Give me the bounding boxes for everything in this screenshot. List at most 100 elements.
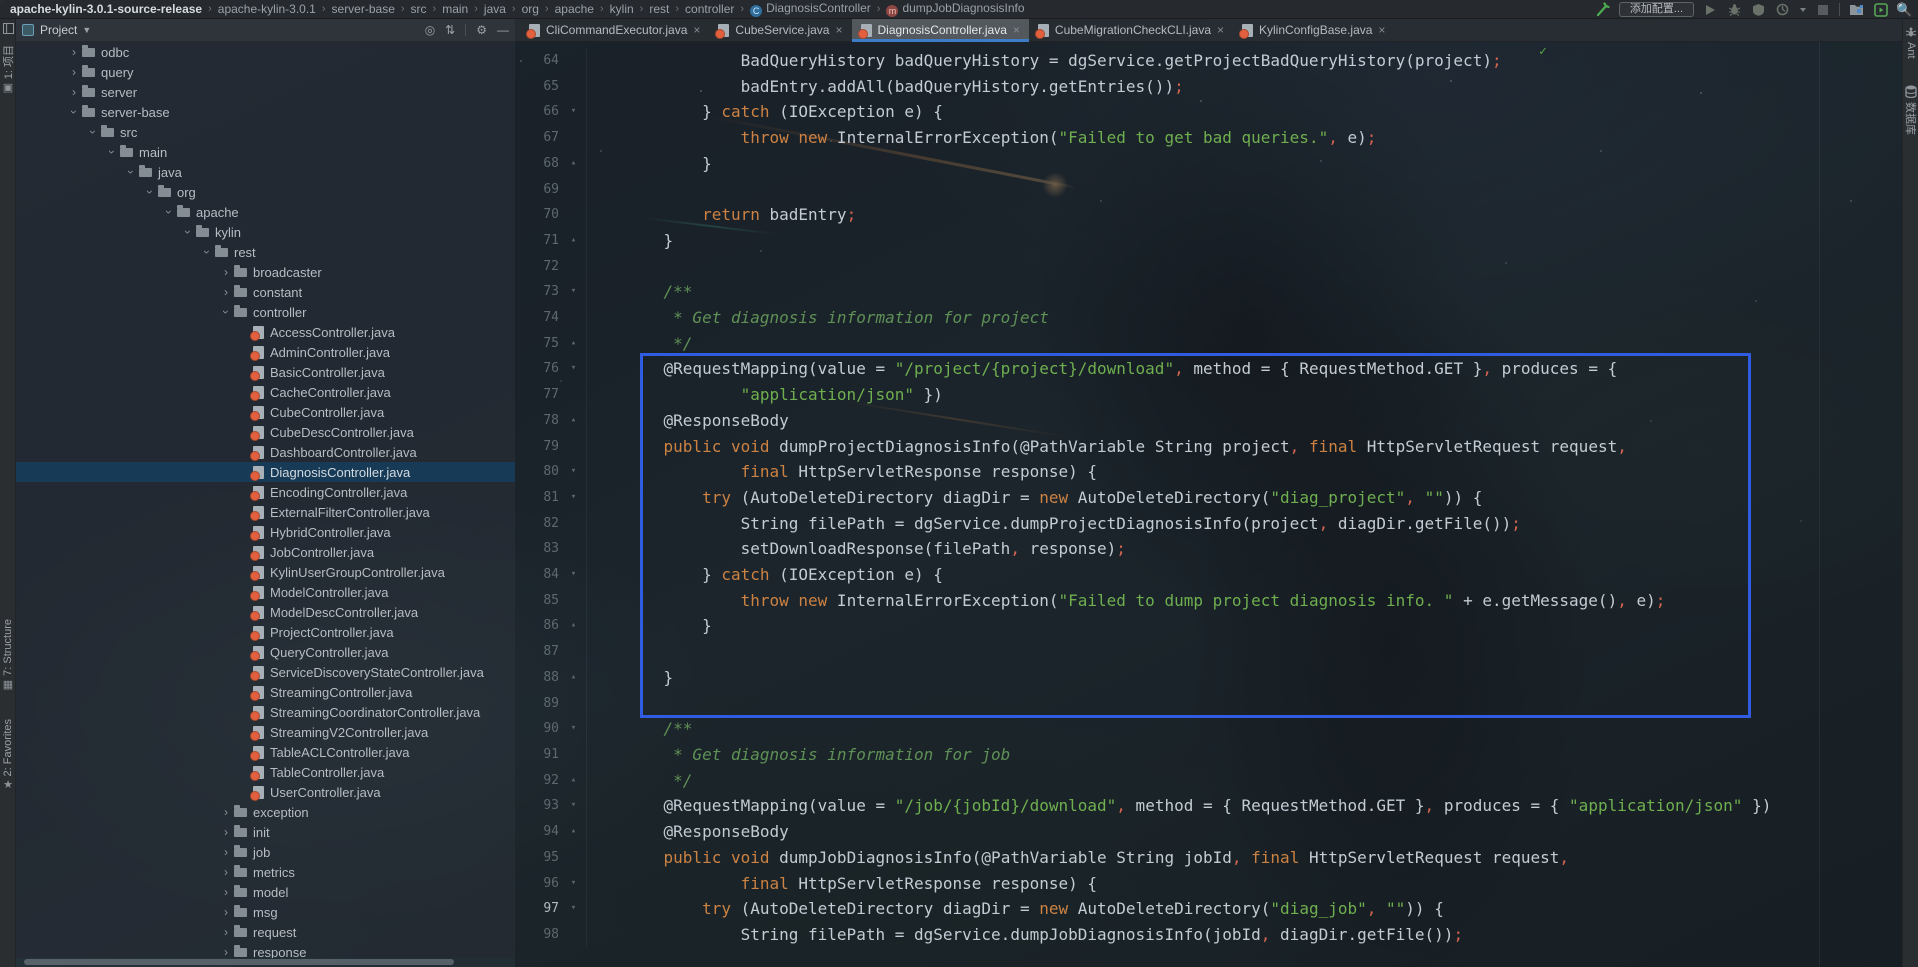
chevron-expanded-icon[interactable]: › (219, 304, 233, 320)
breadcrumb-item[interactable]: apache-kylin-3.0.1 (216, 2, 318, 16)
coverage-icon[interactable] (1751, 2, 1766, 17)
sidebar-item-ant[interactable]: Ant (1903, 26, 1918, 59)
tree-item-server[interactable]: ›server (16, 82, 515, 102)
tree-item-exception[interactable]: ›exception (16, 802, 515, 822)
tree-item-init[interactable]: ›init (16, 822, 515, 842)
tree-item-BasicController.java[interactable]: BasicController.java (16, 362, 515, 382)
code-line[interactable]: 84▾ } catch (IOException e) { (515, 562, 1902, 588)
tree-item-DashboardController.java[interactable]: DashboardController.java (16, 442, 515, 462)
fold-gutter[interactable] (561, 434, 587, 460)
code-line[interactable]: 65 badEntry.addAll(badQueryHistory.getEn… (515, 74, 1902, 100)
close-icon[interactable]: × (693, 24, 700, 36)
tree-item-ExternalFilterController.java[interactable]: ExternalFilterController.java (16, 502, 515, 522)
code-line[interactable]: 77 "application/json" }) (515, 382, 1902, 408)
code-line[interactable]: 81▾ try (AutoDeleteDirectory diagDir = n… (515, 485, 1902, 511)
breadcrumb-item[interactable]: mdumpJobDiagnosisInfo (884, 1, 1026, 17)
fold-marker-icon[interactable]: ▾ (561, 99, 587, 125)
breadcrumb-item[interactable]: java (482, 2, 508, 16)
chevron-expanded-icon[interactable]: › (162, 204, 176, 220)
fold-gutter[interactable] (561, 691, 587, 717)
fold-gutter[interactable] (561, 254, 587, 280)
fold-gutter[interactable] (561, 48, 587, 74)
breadcrumb-item[interactable]: kylin (608, 2, 636, 16)
code-line[interactable]: 87 (515, 639, 1902, 665)
fold-marker-icon[interactable]: ▾ (561, 459, 587, 485)
code-line[interactable]: 96▾ final HttpServletResponse response) … (515, 871, 1902, 897)
sidebar-item-structure[interactable]: 7: Structure ▦ (0, 619, 16, 691)
tab-CubeService.java[interactable]: CubeService.java× (709, 19, 851, 41)
tree-item-apache[interactable]: ›apache (16, 202, 515, 222)
tree-item-response[interactable]: ›response (16, 942, 515, 958)
tree-item-ProjectController.java[interactable]: ProjectController.java (16, 622, 515, 642)
code-line[interactable]: 95 public void dumpJobDiagnosisInfo(@Pat… (515, 845, 1902, 871)
code-viewport[interactable]: 64 BadQueryHistory badQueryHistory = dgS… (515, 42, 1902, 967)
close-icon[interactable]: × (1013, 24, 1020, 36)
fold-gutter[interactable] (561, 305, 587, 331)
run-configurations-button[interactable]: 添加配置... (1619, 2, 1694, 17)
chevron-collapsed-icon[interactable]: › (66, 45, 82, 59)
code-line[interactable]: 97▾ try (AutoDeleteDirectory diagDir = n… (515, 896, 1902, 922)
sidebar-item-favorites[interactable]: 2: Favorites ★ (0, 719, 16, 791)
tree-item-src[interactable]: ›src (16, 122, 515, 142)
code-line[interactable]: 89 (515, 691, 1902, 717)
chevron-expanded-icon[interactable]: › (105, 144, 119, 160)
tree-item-java[interactable]: ›java (16, 162, 515, 182)
breadcrumb-item[interactable]: server-base (330, 2, 397, 16)
code-line[interactable]: 69 (515, 177, 1902, 203)
tree-item-TableController.java[interactable]: TableController.java (16, 762, 515, 782)
fold-gutter[interactable] (561, 922, 587, 948)
code-line[interactable]: 86▴ } (515, 613, 1902, 639)
fold-marker-icon[interactable]: ▾ (561, 716, 587, 742)
code-line[interactable]: 90▾ /** (515, 716, 1902, 742)
fold-marker-icon[interactable]: ▴ (561, 331, 587, 357)
fold-gutter[interactable] (561, 511, 587, 537)
tool-windows-grid-icon[interactable] (0, 23, 16, 34)
breadcrumb-item[interactable]: apache-kylin-3.0.1-source-release (8, 2, 204, 16)
code-line[interactable]: 88▴ } (515, 665, 1902, 691)
tree-item-request[interactable]: ›request (16, 922, 515, 942)
tab-CliCommandExecutor.java[interactable]: CliCommandExecutor.java× (520, 19, 709, 41)
chevron-collapsed-icon[interactable]: › (218, 885, 234, 899)
code-line[interactable]: 68▴ } (515, 151, 1902, 177)
profiler-dropdown-icon[interactable] (1800, 8, 1806, 12)
code-line[interactable]: 67 throw new InternalErrorException("Fai… (515, 125, 1902, 151)
chevron-expanded-icon[interactable]: › (181, 224, 195, 240)
tab-KylinConfigBase.java[interactable]: KylinConfigBase.java× (1233, 19, 1394, 41)
chevron-collapsed-icon[interactable]: › (218, 905, 234, 919)
fold-gutter[interactable] (561, 202, 587, 228)
search-everywhere-icon[interactable]: 🔍 (1897, 2, 1912, 17)
code-line[interactable]: 92▴ */ (515, 768, 1902, 794)
close-icon[interactable]: × (835, 24, 842, 36)
collapse-all-icon[interactable]: ⇅ (445, 24, 455, 36)
tree-item-ModelController.java[interactable]: ModelController.java (16, 582, 515, 602)
tree-item-ServiceDiscoveryStateController.java[interactable]: ServiceDiscoveryStateController.java (16, 662, 515, 682)
code-line[interactable]: 70 return badEntry; (515, 202, 1902, 228)
fold-gutter[interactable] (561, 742, 587, 768)
chevron-collapsed-icon[interactable]: › (66, 85, 82, 99)
close-icon[interactable]: × (1217, 24, 1224, 36)
breadcrumb-item[interactable]: rest (647, 2, 671, 16)
chevron-expanded-icon[interactable]: › (67, 104, 81, 120)
breadcrumb-item[interactable]: CDiagnosisController (748, 1, 873, 17)
code-line[interactable]: 73▾ /** (515, 279, 1902, 305)
stop-icon[interactable] (1815, 2, 1830, 17)
tree-item-UserController.java[interactable]: UserController.java (16, 782, 515, 802)
chevron-expanded-icon[interactable]: › (143, 184, 157, 200)
code-line[interactable]: 64 BadQueryHistory badQueryHistory = dgS… (515, 48, 1902, 74)
code-line[interactable]: 71▴ } (515, 228, 1902, 254)
tree-item-TableACLController.java[interactable]: TableACLController.java (16, 742, 515, 762)
fold-marker-icon[interactable]: ▾ (561, 279, 587, 305)
fold-marker-icon[interactable]: ▾ (561, 871, 587, 897)
tree-item-StreamingCoordinatorController.java[interactable]: StreamingCoordinatorController.java (16, 702, 515, 722)
code-line[interactable]: 94▴ @ResponseBody (515, 819, 1902, 845)
fold-marker-icon[interactable]: ▾ (561, 562, 587, 588)
fold-marker-icon[interactable]: ▴ (561, 768, 587, 794)
chevron-collapsed-icon[interactable]: › (218, 265, 234, 279)
tree-item-org[interactable]: ›org (16, 182, 515, 202)
code-line[interactable]: 72 (515, 254, 1902, 280)
chevron-collapsed-icon[interactable]: › (218, 285, 234, 299)
breadcrumb-item[interactable]: src (409, 2, 429, 16)
code-line[interactable]: 83 setDownloadResponse(filePath, respons… (515, 536, 1902, 562)
chevron-down-icon[interactable]: ▼ (82, 25, 91, 35)
tree-item-EncodingController.java[interactable]: EncodingController.java (16, 482, 515, 502)
